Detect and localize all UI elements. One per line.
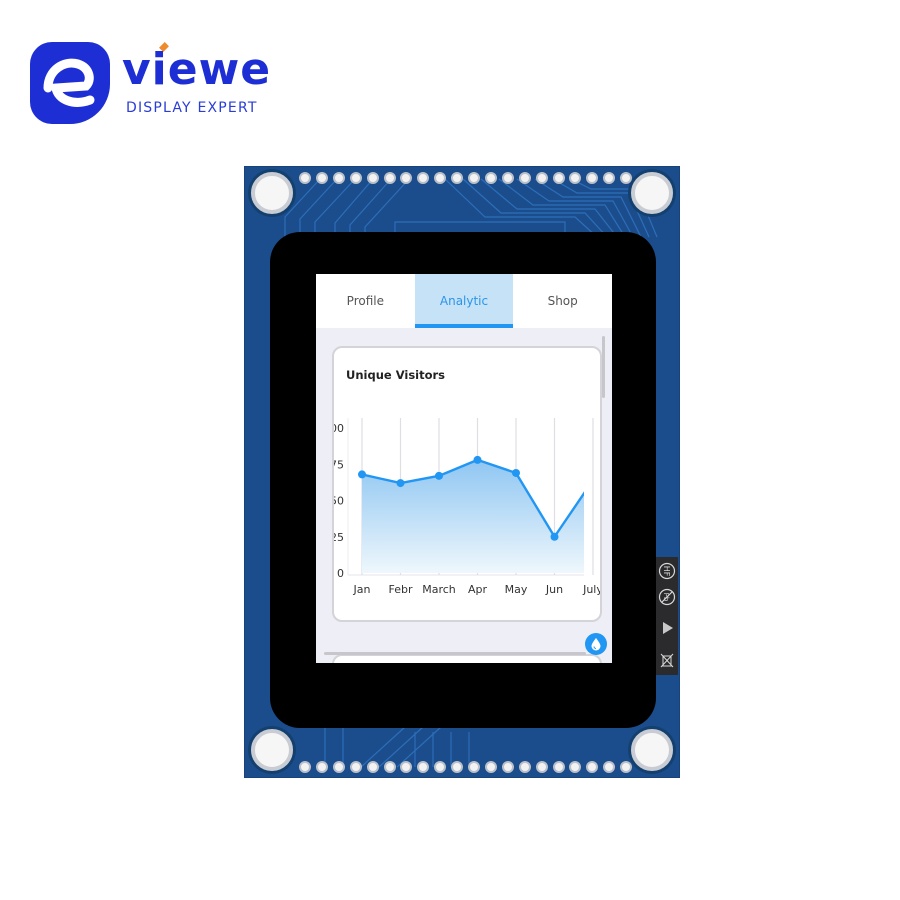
mounting-hole <box>251 729 293 771</box>
header-pin <box>451 172 464 184</box>
header-pin <box>332 761 345 773</box>
header-pin <box>299 172 311 184</box>
data-point <box>396 479 405 488</box>
x-tick-label: May <box>505 583 528 596</box>
brand-tagline: DISPLAY EXPERT <box>126 100 258 116</box>
brand-name: viewe <box>122 44 272 95</box>
x-tick-label: Apr <box>468 583 488 596</box>
header-pin <box>552 172 565 184</box>
mounting-hole <box>631 729 673 771</box>
svg-text:HF: HF <box>662 566 671 577</box>
header-pin <box>535 172 548 184</box>
mounting-hole <box>251 172 293 214</box>
compliance-markings: HF Pb <box>656 557 678 675</box>
x-tick-label: July <box>582 583 600 596</box>
header-pin <box>501 761 514 773</box>
header-pin <box>552 761 565 773</box>
viewe-e-logo-icon <box>30 42 110 124</box>
header-pin <box>468 172 480 184</box>
tab-analytic[interactable]: Analytic <box>414 274 514 328</box>
vertical-scrollbar[interactable] <box>602 336 605 398</box>
header-pin <box>383 172 396 184</box>
unique-visitors-chart: 0 25 50 75 100 Jan Febr March Apr May Jun July <box>334 418 600 596</box>
x-tick-label: Jan <box>353 583 371 596</box>
header-pin <box>349 172 362 184</box>
header-pin <box>315 172 328 184</box>
next-card <box>332 654 602 663</box>
header-pin <box>366 172 379 184</box>
horizontal-scrollbar[interactable] <box>324 652 586 655</box>
x-tick-label: Jun <box>545 583 563 596</box>
data-point <box>358 470 366 479</box>
header-pin <box>484 761 497 773</box>
x-tick-label: Febr <box>389 583 413 596</box>
header-pin <box>315 761 328 773</box>
header-pin <box>620 761 633 773</box>
header-pin <box>332 172 345 184</box>
unique-visitors-card: Unique Visitors 0255075100 JanFebrMarchA… <box>332 346 602 622</box>
svg-text:Pb: Pb <box>662 593 670 602</box>
header-pin <box>535 761 548 773</box>
header-pin <box>518 172 531 184</box>
tab-bar: Profile Analytic Shop <box>316 274 612 328</box>
viewe-logo: viewe DISPLAY EXPERT <box>30 42 280 132</box>
data-point <box>550 532 559 541</box>
header-pin <box>518 761 531 773</box>
header-pin <box>620 172 633 184</box>
water-drop-icon <box>591 638 601 651</box>
tab-shop[interactable]: Shop <box>513 274 612 328</box>
header-pin <box>349 761 362 773</box>
tab-profile[interactable]: Profile <box>316 274 415 328</box>
header-pin <box>366 761 379 773</box>
hf-halogen-free-icon: HF <box>658 562 676 580</box>
header-pin <box>501 172 514 184</box>
data-point <box>473 455 482 464</box>
series-area <box>362 459 584 573</box>
header-pin <box>468 761 480 773</box>
y-tick-label: 50 <box>334 495 344 508</box>
data-point <box>435 471 443 480</box>
weee-crossed-bin-icon <box>658 651 676 669</box>
y-tick-label: 100 <box>334 422 344 435</box>
data-point <box>512 468 520 477</box>
header-pin <box>383 761 396 773</box>
y-tick-label: 75 <box>334 458 344 471</box>
header-pin <box>484 172 497 184</box>
y-tick-label: 0 <box>337 567 344 580</box>
header-pin <box>451 761 464 773</box>
y-tick-label: 25 <box>334 531 344 544</box>
lcd-screen: Profile Analytic Shop Unique Visitors 02… <box>316 274 612 663</box>
header-pin <box>299 761 311 773</box>
play-triangle-icon <box>658 619 676 637</box>
lead-free-icon: Pb <box>658 588 676 606</box>
theme-fab-button[interactable] <box>585 633 607 655</box>
mounting-hole <box>631 172 673 214</box>
x-tick-label: March <box>422 583 456 596</box>
